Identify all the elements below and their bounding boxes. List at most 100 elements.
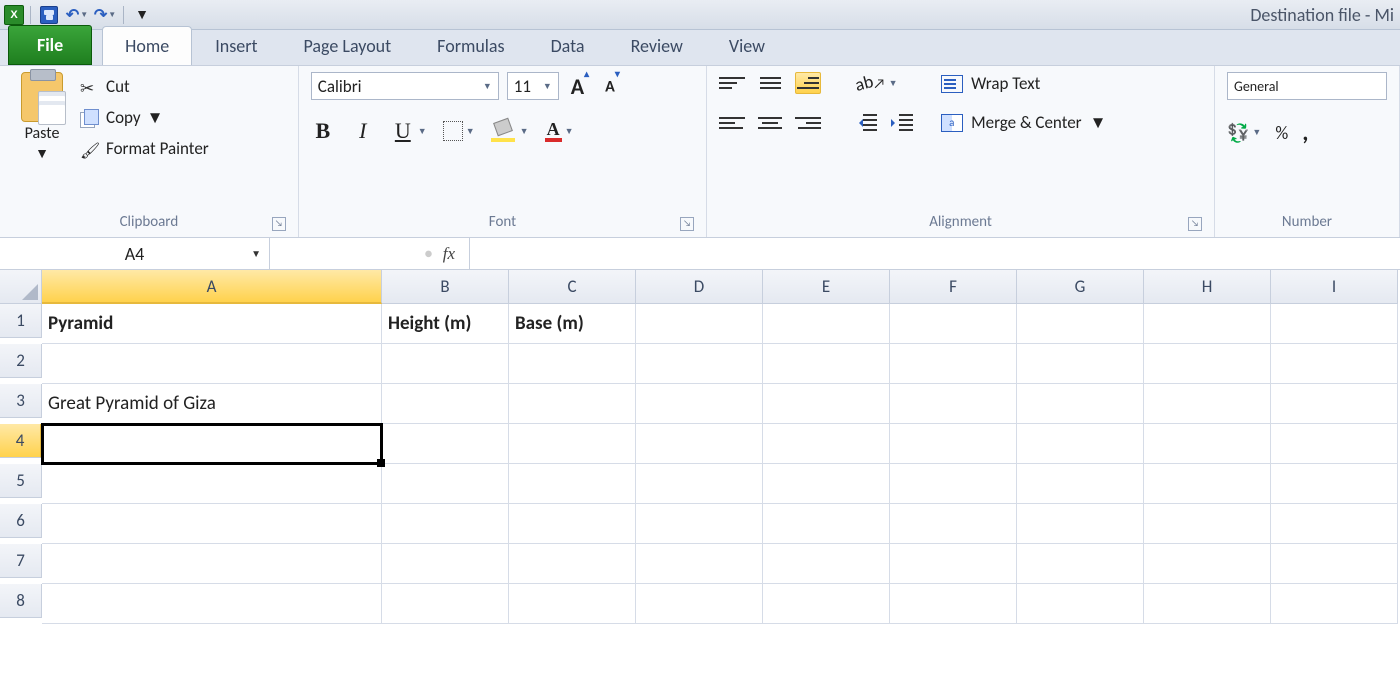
cell[interactable] <box>1017 584 1144 624</box>
cell[interactable]: Height (m) <box>382 304 509 344</box>
select-all-button[interactable] <box>0 270 42 304</box>
dialog-launcher-icon[interactable]: ↘ <box>1188 217 1202 231</box>
cell[interactable] <box>1144 544 1271 584</box>
cell[interactable] <box>1271 344 1398 384</box>
format-painter-button[interactable]: Format Painter <box>80 138 209 159</box>
cell[interactable] <box>1271 304 1398 344</box>
column-header[interactable]: C <box>509 270 636 304</box>
cell[interactable] <box>1144 424 1271 464</box>
row-header[interactable]: 6 <box>0 504 42 538</box>
align-top-button[interactable] <box>719 72 745 94</box>
column-header[interactable]: B <box>382 270 509 304</box>
column-header[interactable]: F <box>890 270 1017 304</box>
comma-style-button[interactable]: , <box>1302 118 1308 147</box>
increase-indent-button[interactable] <box>891 112 915 134</box>
cell[interactable] <box>1017 344 1144 384</box>
cell[interactable] <box>42 344 382 384</box>
tab-review[interactable]: Review <box>608 26 706 65</box>
font-size-combo[interactable]: 11▼ <box>507 72 559 100</box>
cell[interactable] <box>1144 344 1271 384</box>
cell[interactable] <box>890 304 1017 344</box>
font-name-combo[interactable]: Calibri▼ <box>311 72 499 100</box>
cell[interactable] <box>763 464 890 504</box>
cell[interactable] <box>636 544 763 584</box>
accounting-format-button[interactable]: 💱▼ <box>1227 122 1261 144</box>
wrap-text-button[interactable]: Wrap Text <box>941 73 1106 94</box>
column-header[interactable]: G <box>1017 270 1144 304</box>
number-format-combo[interactable]: General <box>1227 72 1387 100</box>
italic-button[interactable]: I <box>351 118 375 144</box>
row-header[interactable]: 8 <box>0 584 42 618</box>
column-header[interactable]: E <box>763 270 890 304</box>
cell[interactable] <box>890 464 1017 504</box>
cell[interactable] <box>509 584 636 624</box>
cell[interactable] <box>1271 584 1398 624</box>
cell[interactable] <box>42 584 382 624</box>
grow-font-button[interactable]: A▴ <box>567 73 593 100</box>
fill-color-button[interactable]: ▼ <box>491 120 529 142</box>
dialog-launcher-icon[interactable]: ↘ <box>680 217 694 231</box>
cell[interactable] <box>42 424 382 464</box>
cell[interactable] <box>509 384 636 424</box>
cell[interactable] <box>1017 504 1144 544</box>
orientation-button[interactable]: ab↗▼ <box>855 72 897 94</box>
align-center-button[interactable] <box>757 112 783 134</box>
cell[interactable] <box>1144 464 1271 504</box>
cell[interactable]: Base (m) <box>509 304 636 344</box>
tab-data[interactable]: Data <box>528 26 608 65</box>
cell[interactable] <box>1271 384 1398 424</box>
column-header[interactable]: D <box>636 270 763 304</box>
cell[interactable] <box>763 584 890 624</box>
cell[interactable] <box>382 584 509 624</box>
cell[interactable] <box>890 504 1017 544</box>
cut-button[interactable]: Cut <box>80 76 209 97</box>
cell[interactable] <box>763 424 890 464</box>
borders-button[interactable]: ▼ <box>443 121 475 141</box>
column-header[interactable]: I <box>1271 270 1398 304</box>
undo-button[interactable]: ↶▼ <box>65 4 89 26</box>
cell[interactable] <box>1017 304 1144 344</box>
cell[interactable] <box>636 504 763 544</box>
underline-button[interactable]: U▼ <box>391 118 427 144</box>
cell[interactable] <box>382 344 509 384</box>
cell[interactable] <box>636 384 763 424</box>
tab-home[interactable]: Home <box>102 26 192 65</box>
cell[interactable] <box>890 424 1017 464</box>
paste-icon[interactable] <box>21 72 63 122</box>
column-header[interactable]: H <box>1144 270 1271 304</box>
cell[interactable]: Pyramid <box>42 304 382 344</box>
cell[interactable] <box>382 464 509 504</box>
chevron-down-icon[interactable]: ▼ <box>35 145 49 162</box>
font-color-button[interactable]: A▼ <box>545 120 574 142</box>
formula-input[interactable] <box>470 238 1400 269</box>
align-left-button[interactable] <box>719 112 745 134</box>
cell[interactable] <box>763 304 890 344</box>
cell[interactable] <box>1017 384 1144 424</box>
cell[interactable] <box>1271 464 1398 504</box>
row-header[interactable]: 2 <box>0 344 42 378</box>
row-header[interactable]: 5 <box>0 464 42 498</box>
cell[interactable] <box>509 424 636 464</box>
cell[interactable] <box>636 304 763 344</box>
fx-icon[interactable]: fx <box>443 244 455 264</box>
cell[interactable] <box>509 544 636 584</box>
cell[interactable] <box>1271 504 1398 544</box>
cell[interactable]: Great Pyramid of Giza <box>42 384 382 424</box>
cell[interactable] <box>382 504 509 544</box>
cell[interactable] <box>763 504 890 544</box>
cell[interactable] <box>636 424 763 464</box>
cell[interactable] <box>42 544 382 584</box>
row-header[interactable]: 4 <box>0 424 42 458</box>
cell[interactable] <box>763 344 890 384</box>
cell[interactable] <box>1271 544 1398 584</box>
cell[interactable] <box>382 384 509 424</box>
align-bottom-button[interactable] <box>795 72 821 94</box>
bold-button[interactable]: B <box>311 118 335 144</box>
percent-button[interactable]: % <box>1275 122 1288 144</box>
cell[interactable] <box>1144 584 1271 624</box>
save-button[interactable] <box>37 4 61 26</box>
cell[interactable] <box>1144 384 1271 424</box>
align-middle-button[interactable] <box>757 72 783 94</box>
tab-page-layout[interactable]: Page Layout <box>281 26 415 65</box>
cell[interactable] <box>42 504 382 544</box>
